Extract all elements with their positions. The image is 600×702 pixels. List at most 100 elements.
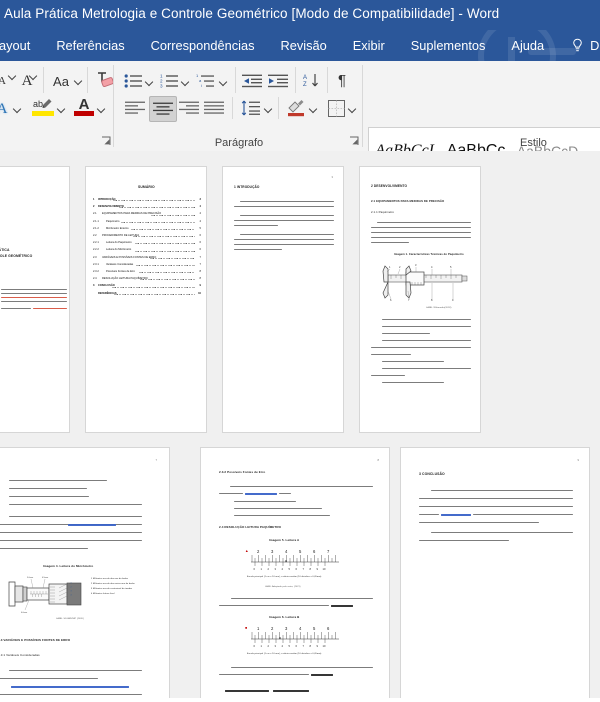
svg-text:0.5mm: 0.5mm — [42, 577, 48, 579]
font-dialog-launcher[interactable] — [101, 136, 112, 147]
font-color-swatch — [74, 111, 94, 116]
svg-text:4: 4 — [431, 265, 433, 269]
tell-me-box[interactable]: Diga- — [557, 38, 600, 53]
page7-heading: 3 CONCLUSÃO — [419, 472, 445, 476]
svg-text:3: 3 — [271, 549, 274, 554]
document-page-6[interactable]: 8 2.3.2 Possíveis Fontes de Erro 2.4 RES… — [200, 447, 390, 702]
svg-text:6: 6 — [296, 567, 298, 571]
document-page-4[interactable]: 2 DESENVOLVIMENTO 2.1 EQUIPAMENTOS PARA … — [359, 166, 481, 433]
svg-text:5: 5 — [289, 567, 291, 571]
align-left-icon[interactable] — [124, 99, 146, 117]
toc-entry[interactable]: 2.3 VARIÁVEIS E POSSÍVEIS FONTES DE ERRO 7 — [93, 256, 201, 262]
document-page-3[interactable]: 3 1 INTRODUÇÃO — [222, 166, 344, 433]
grow-font-chevron-icon — [29, 71, 38, 80]
svg-text:10: 10 — [323, 567, 326, 571]
ribbon-tab-bar: ayout Referências Correspondências Revis… — [0, 30, 600, 61]
numbered-list-icon[interactable]: 1 2 3 — [160, 71, 180, 91]
justify-icon[interactable] — [203, 99, 225, 117]
toc-entry-leader — [112, 200, 195, 202]
tab-correspondencias[interactable]: Correspondências — [138, 30, 268, 61]
document-page-7[interactable]: 9 3 CONCLUSÃO — [400, 447, 590, 702]
decrease-indent-icon[interactable] — [242, 71, 264, 91]
toc-entry[interactable]: 3 CONCLUSÃO 9 — [93, 284, 201, 290]
page6-figure-a-source: LANE: Adaptado pelo autor, (2021) — [265, 586, 301, 588]
sort-icon[interactable]: A Z — [302, 70, 322, 92]
page6-subheading-2: 2.4 RESOLUÇÃO LEITURA PAQUÍMETRO — [219, 525, 282, 529]
toc-entry-label: Leitura do Paquímetro — [106, 241, 132, 245]
toc-entry[interactable]: 2.3.1 Variáveis Consideradas 7 — [93, 263, 201, 269]
svg-text:1: 1 — [261, 567, 263, 571]
toc-entry-number: 2.1.2 — [93, 226, 99, 230]
toc-entry-number: 2.2.2 — [93, 248, 99, 252]
page5-subheading-2: 2.3.1 Variáveis Consideradas — [0, 653, 40, 657]
toc-entry-number: 2.3 — [93, 255, 97, 259]
toc-entry-label: Possíveis Fontes de Erro — [106, 270, 135, 273]
page4-heading: 2 DESENVOLVIMENTO — [371, 184, 408, 188]
svg-text:5: 5 — [313, 626, 316, 631]
line-spacing-icon[interactable] — [240, 98, 262, 118]
toc-entry-leader — [151, 214, 195, 216]
svg-text:7: 7 — [303, 644, 305, 648]
multilevel-list-icon[interactable]: 1 a i — [196, 71, 218, 91]
toc-entry[interactable]: 2.2.1 Leitura do Paquímetro 6 — [93, 241, 201, 247]
bullet-list-icon[interactable] — [124, 71, 144, 91]
align-center-icon — [153, 101, 173, 117]
page1-title-line1: AULA PRÁTICA — [0, 248, 10, 252]
page5-figure-source: LANE: SILVA/UNIP (2020) — [56, 618, 84, 620]
tab-referencias[interactable]: Referências — [43, 30, 137, 61]
micrometer-diagram: 5.0mm 0.5mm 0.0mm 1 2 3 4 — [7, 574, 87, 614]
align-right-icon[interactable] — [178, 99, 200, 117]
document-workspace[interactable]: NOME DO ALUNO AULA PRÁTICA METROLOGIA E … — [0, 151, 600, 702]
caliper-scale-reading-a: 234 567 0 1 2 3 4 5 6 7 8 9 10 — [249, 547, 345, 573]
lightbulb-icon — [571, 38, 584, 53]
tab-suplementos[interactable]: Suplementos — [398, 30, 499, 61]
borders-icon[interactable] — [326, 98, 346, 118]
toc-entry-number: 2 — [93, 205, 95, 209]
paragraph-dialog-launcher[interactable] — [349, 136, 360, 147]
toc-entry[interactable]: 2.1.1 Paquímetro 4 — [93, 220, 201, 226]
page4-figure-caption: Imagem 1. Características Técnicas do Pa… — [394, 253, 464, 256]
align-center-button[interactable] — [149, 96, 177, 122]
toc-entry[interactable]: 1 INTRODUÇÃO 3 — [93, 198, 201, 204]
svg-text:5: 5 — [299, 549, 302, 554]
toc-entry[interactable]: 2.1.2 Micrômetro Externo 5 — [93, 227, 201, 233]
page5-figure-legend-2: 2 Milímetro escala dos meios mm da barbe — [91, 583, 135, 585]
toc-entry[interactable]: 2 DESENVOLVIMENTO 4 — [93, 205, 201, 211]
document-page-1[interactable]: NOME DO ALUNO AULA PRÁTICA METROLOGIA E … — [0, 166, 70, 433]
tab-revisao[interactable]: Revisão — [267, 30, 339, 61]
toc-entry[interactable]: 2.2 PROCEDIMENTO DE LEITURA 6 — [93, 234, 201, 240]
toc-entry-leader — [134, 243, 195, 245]
show-formatting-marks-icon[interactable]: ¶ — [333, 69, 351, 91]
toc-entry-page: 7 — [199, 262, 201, 266]
svg-text:9: 9 — [317, 644, 319, 648]
toc-entry[interactable]: 2.4 RESOLUÇÃO LEITURA PAQUÍMETRO 8 — [93, 277, 201, 283]
toc-entry-leader — [120, 221, 195, 223]
svg-text:1: 1 — [71, 583, 72, 585]
svg-text:5.0mm: 5.0mm — [27, 577, 33, 579]
shading-icon[interactable] — [285, 97, 307, 119]
window-title: Aula Prática Metrologia e Controle Geomé… — [4, 6, 500, 21]
style-item-normal[interactable]: AaBbCc ¶ Normal — [440, 128, 511, 152]
toc-entry[interactable]: 2.1 EQUIPAMENTOS PARA MEDIDAS DE PRECISÃO… — [93, 212, 201, 218]
svg-text:2: 2 — [268, 567, 270, 571]
svg-text:4: 4 — [71, 595, 72, 597]
svg-text:Z: Z — [303, 82, 307, 88]
document-page-2[interactable]: SUMÁRIO 1 INTRODUÇÃO 3 2 DESENVOLVIMENTO 4 2.1… — [85, 166, 207, 433]
tab-layout[interactable]: ayout — [0, 30, 43, 61]
title-bar: Aula Prática Metrologia e Controle Geomé… — [0, 0, 600, 30]
toc-entry-leader — [136, 264, 195, 266]
toc-entry[interactable]: REFERÊNCIAS 10 — [93, 292, 201, 298]
toc-entry-page: 10 — [198, 291, 201, 295]
toc-entry-page: 4 — [199, 219, 201, 223]
toc-entry[interactable]: 2.2.2 Leitura do Micrômetro 6 — [93, 248, 201, 254]
toc-entry-number: 2.3.2 — [93, 270, 99, 273]
document-page-5[interactable]: 7 Imagem 4. Leitura do Micrômetro 5.0mm … — [0, 447, 170, 702]
toc-entry[interactable]: 2.3.2 Possíveis Fontes de Erro 8 — [93, 270, 201, 276]
increase-indent-icon[interactable] — [268, 71, 290, 91]
change-case-icon[interactable]: Aa — [48, 70, 74, 92]
tab-exibir[interactable]: Exibir — [340, 30, 398, 61]
style-item-enfase[interactable]: AaBbCcI Ênfase — [369, 128, 440, 152]
tab-ajuda[interactable]: Ajuda — [498, 30, 557, 61]
toc-entry-label: Micrômetro Externo — [106, 226, 129, 230]
page2-heading: SUMÁRIO — [138, 185, 155, 189]
